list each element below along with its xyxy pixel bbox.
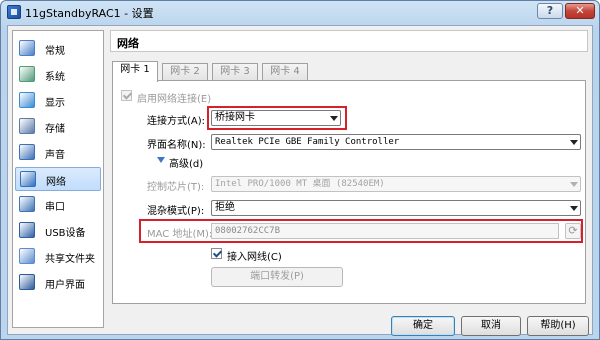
adapter-type-label: 控制芯片(T): [147,182,205,193]
sidebar-item-label: 常规 [45,46,65,57]
sidebar-item-label: 网络 [46,177,66,188]
chevron-down-icon [570,140,578,145]
sidebar-item-serial-port[interactable]: 串口 [15,193,101,217]
tab-adapter-1[interactable]: 网卡 1 [112,61,158,82]
advanced-toggle[interactable]: 高级(d) [169,155,203,170]
promiscuous-mode-label: 混杂模式(P): [147,206,205,217]
port-forwarding-button[interactable]: 端口转发(P) [211,267,343,287]
adapter-panel: 启用网络连接(E) 连接方式(A): 桥接网卡 界面名称(N): Realtek… [112,80,586,304]
help-button[interactable]: 帮助(H) [527,316,589,336]
chevron-down-icon [570,182,578,187]
sidebar-item-label: 声音 [45,150,65,161]
sidebar-item-label: 串口 [45,202,65,213]
window-title: 11gStandbyRAC1 - 设置 [25,7,154,20]
sidebar-item-system[interactable]: 系统 [15,63,101,87]
display-icon [19,92,35,108]
dialog-body: 常规 系统 显示 存储 声音 网络 串口 USB设备 共享文件夹 用户界面 网络 网卡 1 网卡 … [7,25,593,336]
network-icon [20,171,36,187]
sidebar-item-shared-folder[interactable]: 共享文件夹 [15,245,101,269]
cable-connected-checkbox[interactable] [211,248,222,259]
mac-address-highlight [139,219,583,243]
enable-adapter-checkbox[interactable] [121,90,132,101]
tab-adapter-4[interactable]: 网卡 4 [262,63,308,81]
sidebar-item-sound[interactable]: 声音 [15,141,101,165]
general-icon [19,40,35,56]
attached-to-highlight [207,106,347,130]
chevron-down-icon [570,206,578,211]
settings-sidebar: 常规系统显示存储声音网络串口 USB设备共享文件夹用户界面 [12,30,104,328]
sidebar-item-usb[interactable]: USB设备 [15,219,101,243]
tab-adapter-3[interactable]: 网卡 3 [212,63,258,81]
ok-button[interactable]: 确定 [391,316,455,336]
user-interface-icon [19,274,35,290]
enable-adapter-label: 启用网络连接(E) [137,94,212,105]
sidebar-item-label: 共享文件夹 [45,254,95,265]
sidebar-item-label: 用户界面 [45,280,85,291]
close-icon[interactable]: ✕ [565,3,595,19]
expand-advanced-icon[interactable] [157,157,165,163]
cable-connected-label: 接入网线(C) [227,252,282,263]
network-page: 网络 网卡 1 网卡 2 网卡 3 网卡 4 启用网络连接(E) 连接方式(A)… [110,30,588,304]
storage-icon [19,118,35,134]
adapter-type-value: Intel PRO/1000 MT 桌面 (82540EM) [215,179,385,189]
title-bar: 11gStandbyRAC1 - 设置 ? ✕ [1,1,599,23]
settings-window: 11gStandbyRAC1 - 设置 ? ✕ 常规 系统 显示 存储 声音 网络 串口 US… [0,0,600,340]
sound-icon [19,144,35,160]
interface-name-value: Realtek PCIe GBE Family Controller [215,137,400,147]
sidebar-item-user-interface[interactable]: 用户界面 [15,271,101,295]
sidebar-item-display[interactable]: 显示 [15,89,101,113]
usb-icon [19,222,35,238]
interface-name-label: 界面名称(N): [147,140,206,151]
sidebar-item-storage[interactable]: 存储 [15,115,101,139]
page-header: 网络 [110,30,588,52]
virtualbox-icon [7,5,21,19]
sidebar-item-label: 显示 [45,98,65,109]
system-icon [19,66,35,82]
cancel-button[interactable]: 取消 [461,316,521,336]
adapter-type-select[interactable]: Intel PRO/1000 MT 桌面 (82540EM) [211,176,581,192]
sidebar-item-label: USB设备 [45,228,86,239]
promiscuous-mode-select[interactable]: 拒绝 [211,200,581,216]
sidebar-item-label: 系统 [45,72,65,83]
sidebar-item-network[interactable]: 网络 [15,167,101,191]
sidebar-item-general[interactable]: 常规 [15,37,101,61]
serial-port-icon [19,196,35,212]
attached-to-label: 连接方式(A): [147,116,206,127]
tab-adapter-2[interactable]: 网卡 2 [162,63,208,81]
interface-name-select[interactable]: Realtek PCIe GBE Family Controller [211,134,581,150]
promiscuous-mode-value: 拒绝 [215,202,235,213]
help-icon[interactable]: ? [537,3,563,19]
sidebar-item-label: 存储 [45,124,65,135]
shared-folder-icon [19,248,35,264]
page-title: 网络 [117,37,139,50]
